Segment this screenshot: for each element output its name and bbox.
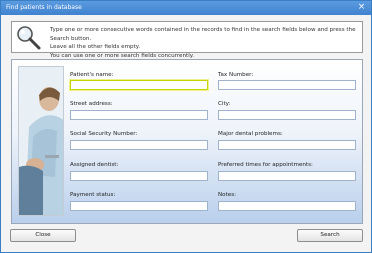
street-address-input[interactable] [70, 110, 208, 120]
dentist-photo [18, 66, 64, 216]
notes-input[interactable] [218, 201, 356, 211]
preferred-times-input[interactable] [218, 171, 356, 181]
instructions-text: Type one or more consecutive words conta… [50, 26, 362, 60]
preferred-times-label: Preferred times for appointments: [218, 162, 313, 168]
find-patients-window: Find patients in database × Type one or … [0, 0, 372, 253]
tax-number-label: Tax Number: [218, 72, 254, 78]
dental-problems-input[interactable] [218, 140, 356, 150]
close-button[interactable]: Close [10, 229, 76, 242]
ssn-input[interactable] [70, 140, 208, 150]
instructions-box: Type one or more consecutive words conta… [11, 21, 363, 59]
notes-label: Notes: [218, 192, 237, 198]
dental-problems-label: Major dental problems: [218, 131, 283, 137]
ssn-label: Social Security Number: [70, 131, 138, 137]
city-label: City: [218, 101, 231, 107]
close-window-icon[interactable]: × [355, 2, 368, 13]
tax-number-input[interactable] [218, 80, 356, 90]
patient-name-input[interactable] [70, 80, 208, 90]
assigned-dentist-label: Assigned dentist: [70, 162, 119, 168]
title-bar[interactable]: Find patients in database × [1, 1, 371, 15]
search-form-panel: Patient's name: Street address: Social S… [11, 59, 363, 224]
payment-status-input[interactable] [70, 201, 208, 211]
instruction-line: Type one or more consecutive words conta… [50, 27, 356, 42]
magnifier-icon [16, 25, 42, 51]
assigned-dentist-input[interactable] [70, 171, 208, 181]
search-button[interactable]: Search [297, 229, 363, 242]
street-address-label: Street address: [70, 101, 113, 107]
patient-name-label: Patient's name: [70, 72, 114, 78]
payment-status-label: Payment status: [70, 192, 116, 198]
window-title: Find patients in database [6, 4, 82, 11]
city-input[interactable] [218, 110, 356, 120]
instruction-line: Leave all the other fields empty. [50, 44, 141, 51]
